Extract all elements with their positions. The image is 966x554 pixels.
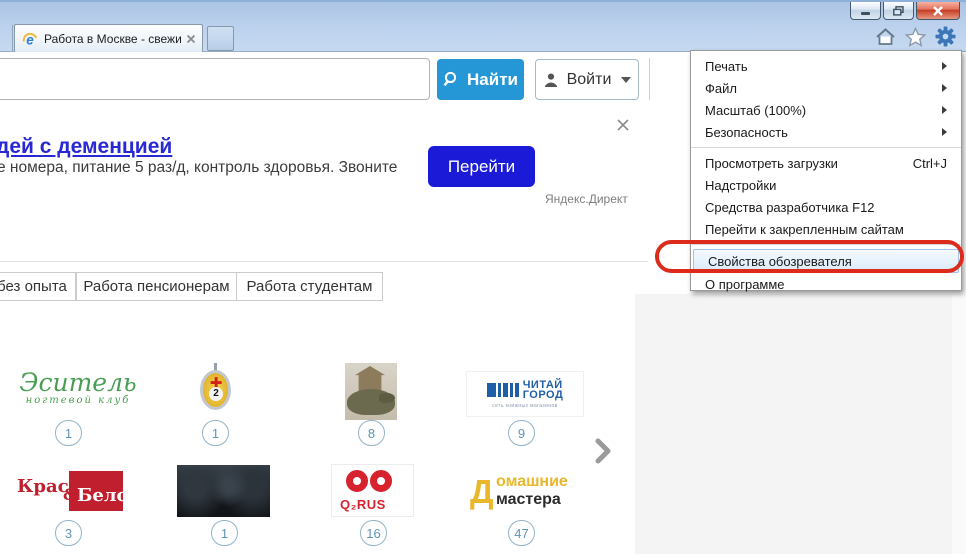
vacancy-count-badge[interactable]: 9 <box>508 420 535 446</box>
company-logo-dark-photo[interactable] <box>177 465 270 517</box>
tools-menu: Печать Файл Масштаб (100%) Безопасность … <box>690 50 962 291</box>
company-logo-emblem[interactable]: ✚ 2 <box>198 363 234 415</box>
submenu-arrow-icon <box>942 128 947 136</box>
company-logo-krasnoe-beloe[interactable]: Красное & Белое <box>17 468 123 516</box>
dm-name-top: омашние <box>496 473 568 491</box>
company-logo-turtle-photo[interactable] <box>345 363 397 420</box>
shortcut-label: Ctrl+J <box>913 156 947 171</box>
turtle-head-shape <box>379 393 395 403</box>
kb-ampersand: & <box>63 485 77 504</box>
search-icon <box>443 71 460 88</box>
ad-headline-link[interactable]: дей с деменцией <box>0 135 172 159</box>
find-button-label: Найти <box>467 70 518 90</box>
vacancy-count-badge[interactable]: 1 <box>211 520 238 546</box>
window-controls <box>850 2 960 20</box>
menu-item-print[interactable]: Печать <box>691 55 961 77</box>
ad-go-button[interactable]: Перейти <box>428 146 535 187</box>
esitel-subtitle: ногтевой клуб <box>18 395 138 406</box>
menu-item-addons[interactable]: Надстройки <box>691 174 961 196</box>
minimize-icon <box>861 12 870 15</box>
menu-item-zoom[interactable]: Масштаб (100%) <box>691 99 961 121</box>
submenu-arrow-icon <box>942 106 947 114</box>
tab-close-icon[interactable] <box>186 34 196 44</box>
browser-window: e Работа в Москве - свежие... <box>0 0 966 554</box>
svg-text:e: e <box>26 32 34 47</box>
company-logo-chitai-gorod[interactable]: ЧИТАЙ ГОРОД сеть книжных магазинов <box>467 372 583 416</box>
tab-title: Работа в Москве - свежие... <box>44 32 181 46</box>
user-icon <box>543 72 559 88</box>
company-logo-esitel[interactable]: Эситель ногтевой клуб <box>18 371 138 415</box>
restore-icon <box>893 6 904 16</box>
ad-attribution: Яндекс.Директ <box>545 192 628 206</box>
menu-item-pinned-sites[interactable]: Перейти к закрепленным сайтам <box>691 218 961 240</box>
tools-gear-icon[interactable] <box>935 26 956 47</box>
login-button[interactable]: Войти <box>535 59 639 100</box>
vacancy-count-badge[interactable]: 16 <box>360 520 387 546</box>
menu-item-file[interactable]: Файл <box>691 77 961 99</box>
menu-item-security[interactable]: Безопасность <box>691 121 961 143</box>
login-button-label: Войти <box>567 71 612 89</box>
menu-item-dev-tools[interactable]: Средства разработчика F12 <box>691 196 961 218</box>
vacancy-count-badge[interactable]: 3 <box>55 520 82 546</box>
dm-letter-icon: Д <box>470 475 494 508</box>
kb-name-bottom: Белое <box>77 485 140 506</box>
tab-students[interactable]: Работа студентам <box>236 272 383 301</box>
vacancy-count-badge[interactable]: 1 <box>55 420 82 446</box>
ad-close-icon[interactable] <box>615 117 631 133</box>
carousel-next-icon[interactable] <box>594 438 612 464</box>
submenu-arrow-icon <box>942 84 947 92</box>
tab-no-experience[interactable]: без опыта <box>0 272 76 301</box>
menu-item-internet-options[interactable]: Свойства обозревателя <box>693 249 959 273</box>
minimize-button[interactable] <box>850 2 881 20</box>
close-button[interactable] <box>916 2 960 20</box>
find-button[interactable]: Найти <box>437 59 524 100</box>
menu-separator <box>691 147 961 148</box>
qrus-ring-right <box>370 470 392 492</box>
chitai-name-2: ГОРОД <box>523 390 564 400</box>
header-divider <box>649 58 650 100</box>
esitel-name: Эситель <box>18 371 138 395</box>
ie-favicon: e <box>21 30 39 48</box>
tab-bar-divider <box>12 25 13 51</box>
menu-item-view-downloads[interactable]: Просмотреть загрузки Ctrl+J <box>691 152 961 174</box>
page-side-panel <box>635 294 966 554</box>
chitai-subtitle: сеть книжных магазинов <box>492 403 557 409</box>
emblem-number: 2 <box>209 387 223 401</box>
vacancy-count-badge[interactable]: 1 <box>202 420 229 446</box>
ad-description: е номера, питание 5 раз/д, контроль здор… <box>0 159 397 177</box>
chitai-name-1: ЧИТАЙ <box>523 380 564 390</box>
chevron-down-icon <box>621 77 631 83</box>
favorites-star-icon[interactable] <box>905 27 926 47</box>
close-icon <box>932 6 944 16</box>
tabs-top-border <box>0 261 648 262</box>
menu-separator <box>691 244 961 245</box>
qrus-name: Q₂RUS <box>340 497 386 512</box>
home-icon[interactable] <box>875 27 896 46</box>
company-logo-qrus[interactable]: Q₂RUS <box>332 465 413 516</box>
browser-chrome: e Работа в Москве - свежие... <box>0 0 966 52</box>
tab-pensioners[interactable]: Работа пенсионерам <box>76 272 237 301</box>
browser-tab[interactable]: e Работа в Москве - свежие... <box>14 24 203 52</box>
new-tab-button[interactable] <box>207 26 234 51</box>
menu-item-about[interactable]: О программе <box>691 273 961 295</box>
chitai-gorod-bars <box>487 383 519 397</box>
search-input[interactable] <box>0 58 430 100</box>
qrus-ring-left <box>346 470 368 492</box>
dm-name-bottom: мастера <box>496 491 561 509</box>
vacancy-count-badge[interactable]: 8 <box>358 420 385 446</box>
restore-button[interactable] <box>883 2 914 20</box>
vacancy-count-badge[interactable]: 47 <box>508 520 535 546</box>
submenu-arrow-icon <box>942 62 947 70</box>
company-logo-domashnie-mastera[interactable]: Д омашние мастера <box>470 473 582 515</box>
